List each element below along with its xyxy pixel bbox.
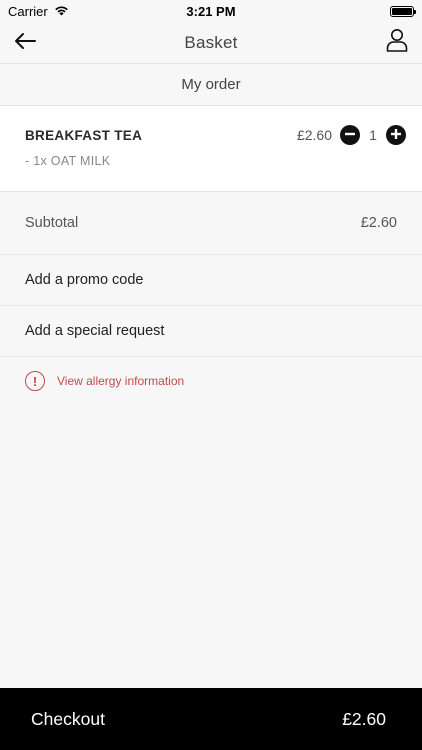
- minus-circle-icon: [345, 126, 355, 144]
- item-price: £2.60: [296, 127, 332, 143]
- wifi-icon: [54, 4, 69, 19]
- arrow-left-icon: [13, 32, 37, 55]
- plus-circle-icon: [391, 126, 401, 144]
- subtotal-value: £2.60: [360, 215, 397, 231]
- order-item: BREAKFAST TEA - 1x OAT MILK £2.60 1: [0, 106, 422, 192]
- carrier-label: Carrier: [8, 3, 48, 19]
- status-bar: Carrier 3:21 PM: [0, 0, 422, 22]
- subtotal-label: Subtotal: [25, 215, 79, 231]
- nav-bar: Basket: [0, 22, 422, 64]
- item-modifier: - 1x OAT MILK: [25, 154, 111, 168]
- section-header: My order: [0, 64, 422, 106]
- promo-code-label: Add a promo code: [25, 272, 144, 288]
- special-request-row[interactable]: Add a special request: [0, 306, 422, 357]
- promo-code-row[interactable]: Add a promo code: [0, 255, 422, 306]
- alert-circle-icon: !: [25, 371, 45, 391]
- item-name: BREAKFAST TEA: [25, 128, 143, 143]
- decrement-button[interactable]: [340, 125, 360, 145]
- back-button[interactable]: [10, 28, 40, 58]
- battery-icon: [390, 5, 416, 17]
- checkout-total: £2.60: [342, 708, 386, 729]
- page-title: Basket: [184, 32, 238, 52]
- checkout-button[interactable]: Checkout £2.60: [0, 688, 422, 750]
- increment-button[interactable]: [386, 125, 406, 145]
- section-title: My order: [181, 76, 241, 93]
- account-button[interactable]: [382, 27, 412, 57]
- user-icon: [386, 28, 408, 57]
- status-left: Carrier: [8, 4, 69, 19]
- quantity-stepper: £2.60 1: [297, 125, 406, 145]
- special-request-label: Add a special request: [25, 323, 165, 339]
- subtotal-row: Subtotal £2.60: [0, 192, 422, 255]
- allergy-info-link[interactable]: ! View allergy information: [25, 371, 184, 391]
- item-quantity: 1: [369, 127, 377, 143]
- allergy-info-label: View allergy information: [57, 374, 185, 388]
- checkout-label: Checkout: [31, 708, 105, 729]
